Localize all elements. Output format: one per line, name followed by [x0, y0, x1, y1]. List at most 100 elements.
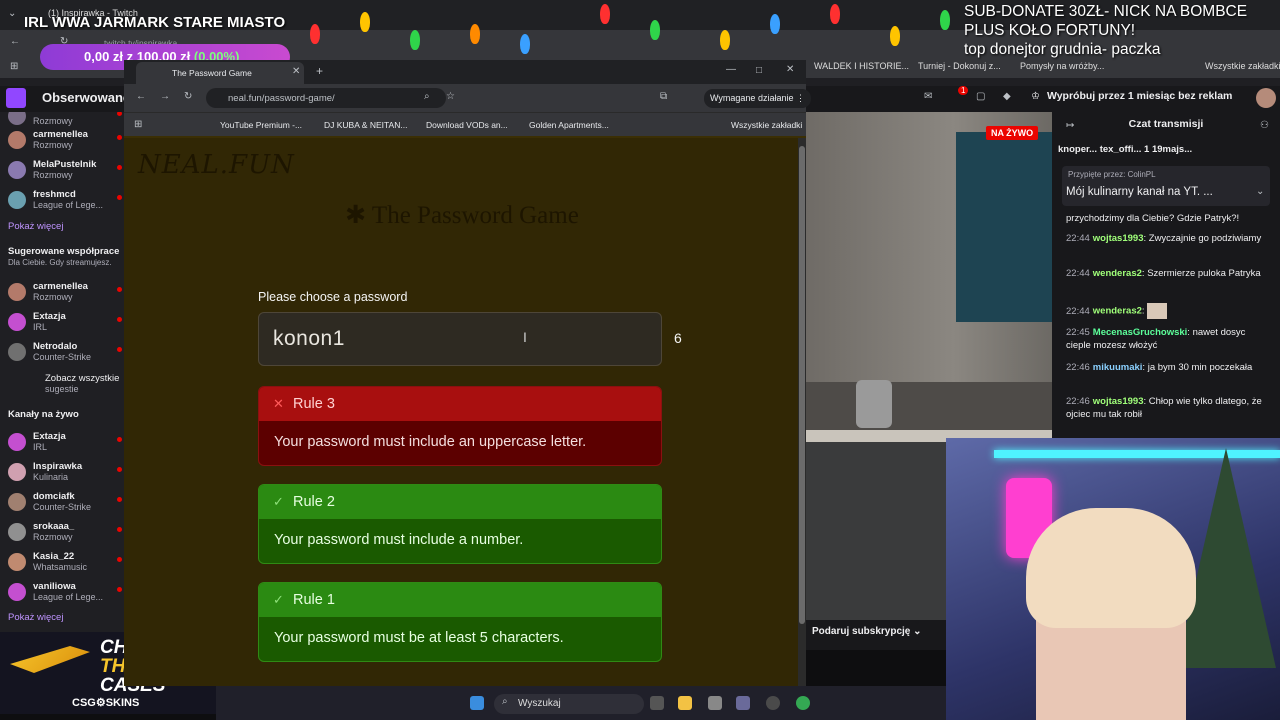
check-icon: ✓ — [273, 592, 284, 607]
rule-card-failed: ✕ Rule 3 Your password must include an up… — [258, 386, 662, 466]
suggested-subheading: Dla Ciebie. Gdy streamujesz. — [8, 258, 112, 267]
christmas-lights-decoration — [300, 0, 960, 60]
show-more-link[interactable]: Pokaż więcej — [8, 612, 63, 623]
back-icon[interactable]: ← — [10, 36, 20, 47]
pinned-message[interactable]: Przypięte przez: ColinPL Mój kulinarny k… — [1062, 166, 1270, 206]
apps-icon[interactable]: ⊞ — [10, 61, 18, 72]
minimize-icon[interactable]: — — [726, 64, 736, 75]
chevron-down-icon[interactable]: ⌄ — [8, 8, 16, 19]
required-action-button[interactable]: Wymagane działanie ⋮ — [704, 89, 811, 108]
live-badge: NA ŻYWO — [986, 126, 1039, 140]
back-icon[interactable]: ← — [136, 91, 146, 102]
settings-icon[interactable] — [736, 696, 750, 710]
ad-free-promo-button[interactable]: Wypróbuj przez 1 miesiąc bez reklam — [1047, 90, 1232, 102]
new-tab-icon[interactable]: + — [316, 64, 323, 78]
search-label: Wyszukaj — [518, 698, 561, 709]
cross-icon: ✕ — [273, 396, 284, 411]
pinned-by: Przypięte przez: ColinPL — [1068, 170, 1156, 179]
sidebar-channel[interactable]: Extazja IRL — [0, 310, 124, 338]
bookmark[interactable]: Download VODs an... — [426, 120, 508, 130]
sidebar: Rozmowy carmenellea Rozmowy MelaPustelnik… — [0, 112, 124, 632]
live-channels-heading: Kanały na żywo — [8, 409, 79, 420]
show-more-link[interactable]: Pokaż więcej — [8, 221, 63, 232]
chat-message: 22:46 wojtas1993: Chłop wie tylko dlatego… — [1066, 396, 1262, 420]
inbox-icon[interactable]: ✉ — [924, 91, 932, 102]
kitchen-shelf — [956, 132, 1052, 322]
bookmark[interactable]: YouTube Premium -... — [220, 120, 302, 130]
bookmark[interactable]: DJ KUBA & NEITAN... — [324, 120, 407, 130]
webcam-feed — [946, 438, 1280, 720]
star-icon[interactable]: ☆ — [446, 91, 455, 102]
chat-message: 22:46 mikuumaki: ja bym 30 min poczekała — [1066, 362, 1253, 373]
sidebar-channel[interactable]: freshmcd League of Lege... — [0, 188, 124, 216]
sidebar-channel[interactable]: Extazja IRL — [0, 430, 124, 458]
kettle — [856, 380, 892, 428]
streamer-hair — [1026, 508, 1196, 628]
sidebar-channel[interactable]: vaniliowa League of Lege... — [0, 580, 124, 608]
crown-icon[interactable]: ♔ — [1031, 91, 1040, 102]
bookmark[interactable]: Pomysły na wróżby... — [1020, 61, 1104, 71]
obs-icon[interactable] — [766, 696, 780, 710]
rule-text: Your password must include an uppercase … — [274, 434, 587, 450]
sub-donate-line: PLUS KOŁO FORTUNY! — [964, 22, 1136, 39]
task-view-icon[interactable] — [650, 696, 664, 710]
bits-icon[interactable]: ◆ — [1003, 91, 1011, 102]
close-window-icon[interactable]: ✕ — [786, 64, 794, 75]
tab-password-game[interactable]: The Password Game — [136, 62, 304, 84]
character-count: 6 — [674, 330, 682, 346]
sidebar-channel[interactable]: Inspirawka Kulinaria — [0, 460, 124, 488]
zoom-icon[interactable]: ⌕ — [424, 91, 430, 102]
app-icon[interactable] — [708, 696, 722, 710]
sidebar-channel[interactable]: domciafk Counter-Strike — [0, 490, 124, 518]
twitch-logo-icon[interactable] — [6, 88, 26, 108]
close-tab-icon[interactable]: ✕ — [292, 66, 300, 77]
url-field[interactable]: neal.fun/password-game/ — [206, 88, 446, 108]
bookmark[interactable]: Golden Apartments... — [529, 120, 609, 130]
sidebar-channel[interactable]: Netrodalo Counter-Strike — [0, 340, 124, 368]
sidebar-channel[interactable]: carmenellea Rozmowy — [0, 128, 124, 156]
stream-overlay-title: IRL WWA JARMARK STARE MIASTO — [24, 14, 286, 31]
sidebar-channel[interactable]: Kasia_22 Whatsamusic — [0, 550, 124, 578]
extensions-icon[interactable]: ⧉ — [660, 91, 667, 102]
sub-donate-line: top donejtor grudnia- paczka — [964, 41, 1161, 58]
maximize-icon[interactable]: □ — [756, 65, 762, 76]
emote-image — [1147, 303, 1168, 319]
chat-panel: ↦ Czat transmisji ⚇ knoper... tex_offi..… — [1052, 112, 1280, 438]
neal-fun-logo[interactable]: NEAL.FUN — [138, 150, 295, 180]
url-text: neal.fun/password-game/ — [228, 93, 335, 104]
apps-icon[interactable]: ⊞ — [134, 119, 142, 130]
sidebar-channel[interactable]: carmenellea Rozmowy — [0, 280, 124, 308]
bookmark[interactable]: Wszystkie zakładki — [1205, 61, 1280, 71]
video-controls: Podaruj subskrypcję ⌄ — [806, 620, 946, 650]
reload-icon[interactable]: ↻ — [184, 91, 192, 102]
inner-tab-strip: The Password Game ✕ + — □ ✕ — [124, 60, 806, 84]
users-icon[interactable]: ⚇ — [1260, 120, 1269, 131]
windows-taskbar: Wyszukaj ⌕ — [216, 686, 946, 720]
bookmark[interactable]: Turniej - Dokonuj z... — [918, 61, 1001, 71]
sidebar-channel[interactable]: srokaaa_ Rozmowy — [0, 520, 124, 548]
chrome-icon[interactable] — [796, 696, 810, 710]
sub-donate-line: SUB-DONATE 30ZŁ- NICK NA BOMBCE — [964, 3, 1248, 20]
forward-icon[interactable]: → — [160, 91, 170, 102]
password-input[interactable]: konon1 I — [258, 312, 662, 366]
file-explorer-icon[interactable] — [678, 696, 692, 710]
chevron-down-icon[interactable]: ⌄ — [1256, 186, 1264, 197]
page-scrollbar[interactable] — [798, 138, 806, 686]
avatar[interactable] — [1256, 88, 1276, 108]
bookmark[interactable]: WALDEK I HISTORIE... — [814, 61, 909, 71]
search-icon: ⌕ — [502, 696, 508, 707]
windows-start-icon[interactable] — [470, 696, 484, 710]
taskbar-search[interactable]: Wyszukaj — [494, 694, 644, 714]
chat-title: Czat transmisji — [1128, 118, 1204, 130]
page-title: ✱ The Password Game — [345, 202, 579, 229]
inner-address-bar: ← → ↻ neal.fun/password-game/ ⌕ ☆ ⧉ Wyma… — [124, 84, 811, 112]
bookmark[interactable]: Wszystkie zakładki — [731, 120, 802, 130]
chat-message: przychodzimy dla Ciebie? Gdzie Patryk?! — [1066, 213, 1240, 224]
chat-bubble-icon[interactable]: ▢ — [976, 91, 985, 102]
led-strip — [994, 450, 1280, 458]
tab-title: The Password Game — [172, 68, 252, 78]
gift-sub-button[interactable]: Podaruj subskrypcję ⌄ — [812, 626, 922, 637]
sidebar-channel[interactable]: MelaPustelnik Rozmowy — [0, 158, 124, 186]
chat-message: 22:44 wenderas2: Szermierze puloka Patryk… — [1066, 268, 1261, 279]
see-all-suggestions[interactable]: Zobacz wszystkie sugestie — [0, 372, 124, 400]
